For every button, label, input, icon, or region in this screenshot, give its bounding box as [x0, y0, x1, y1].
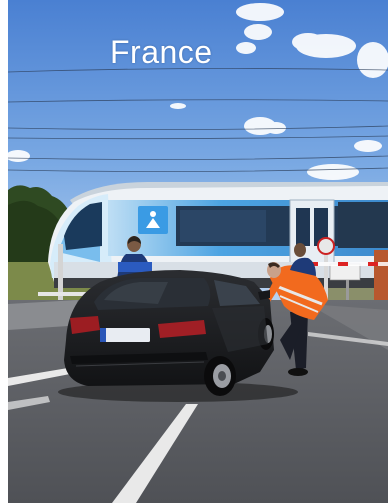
photo	[8, 0, 388, 503]
photo-caption: France	[110, 34, 213, 70]
image-frame: France	[0, 0, 388, 503]
photo-scene	[8, 0, 388, 503]
